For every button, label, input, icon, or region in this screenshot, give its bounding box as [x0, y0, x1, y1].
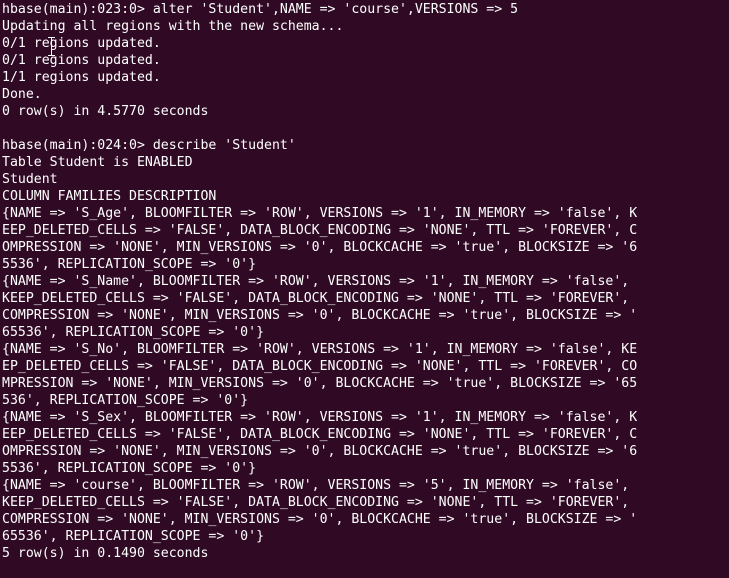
terminal-line: {NAME => 'S_Sex', BLOOMFILTER => 'ROW', …	[2, 410, 638, 425]
terminal-line: EEP_DELETED_CELLS => 'FALSE', DATA_BLOCK…	[2, 223, 638, 238]
terminal-line: Student	[2, 172, 58, 187]
terminal-line: Done.	[2, 87, 42, 102]
terminal-line: 5 row(s) in 0.1490 seconds	[2, 546, 209, 561]
terminal-line: EP_DELETED_CELLS => 'FALSE', DATA_BLOCK_…	[2, 359, 638, 374]
terminal-line: COMPRESSION => 'NONE', MIN_VERSIONS => '…	[2, 308, 638, 323]
terminal-line: 5536', REPLICATION_SCOPE => '0'}	[2, 257, 257, 272]
terminal-window[interactable]: hbase(main):023:0> alter 'Student',NAME …	[0, 0, 729, 578]
terminal-line: 1/1 regions updated.	[2, 70, 161, 85]
terminal-line: {NAME => 'course', BLOOMFILTER => 'ROW',…	[2, 478, 630, 493]
terminal-line: Updating all regions with the new schema…	[2, 19, 344, 34]
terminal-line: EEP_DELETED_CELLS => 'FALSE', DATA_BLOCK…	[2, 427, 638, 442]
terminal-line: 0/1 regions updated.	[2, 53, 161, 68]
terminal-line: 5536', REPLICATION_SCOPE => '0'}	[2, 461, 257, 476]
terminal-line: hbase(main):024:0> describe 'Student'	[2, 138, 296, 153]
terminal-line: MPRESSION => 'NONE', MIN_VERSIONS => '0'…	[2, 376, 638, 391]
terminal-line: OMPRESSION => 'NONE', MIN_VERSIONS => '0…	[2, 444, 638, 459]
terminal-line: COLUMN FAMILIES DESCRIPTION	[2, 189, 217, 204]
terminal-line: KEEP_DELETED_CELLS => 'FALSE', DATA_BLOC…	[2, 291, 630, 306]
terminal-line: Table Student is ENABLED	[2, 155, 193, 170]
terminal-output-area[interactable]: hbase(main):023:0> alter 'Student',NAME …	[2, 1, 729, 562]
terminal-line: hbase(main):023:0> alter 'Student',NAME …	[2, 2, 519, 17]
terminal-line: {NAME => 'S_Name', BLOOMFILTER => 'ROW',…	[2, 274, 630, 289]
terminal-line: 536', REPLICATION_SCOPE => '0'}	[2, 393, 249, 408]
terminal-line: 65536', REPLICATION_SCOPE => '0'}	[2, 529, 265, 544]
terminal-line: {NAME => 'S_No', BLOOMFILTER => 'ROW', V…	[2, 342, 638, 357]
terminal-line: COMPRESSION => 'NONE', MIN_VERSIONS => '…	[2, 512, 638, 527]
terminal-line: OMPRESSION => 'NONE', MIN_VERSIONS => '0…	[2, 240, 638, 255]
terminal-line: 0 row(s) in 4.5770 seconds	[2, 104, 209, 119]
terminal-line: 0/1 regions updated.	[2, 36, 161, 51]
terminal-line: KEEP_DELETED_CELLS => 'FALSE', DATA_BLOC…	[2, 495, 630, 510]
terminal-line: {NAME => 'S_Age', BLOOMFILTER => 'ROW', …	[2, 206, 638, 221]
terminal-line: 65536', REPLICATION_SCOPE => '0'}	[2, 325, 265, 340]
